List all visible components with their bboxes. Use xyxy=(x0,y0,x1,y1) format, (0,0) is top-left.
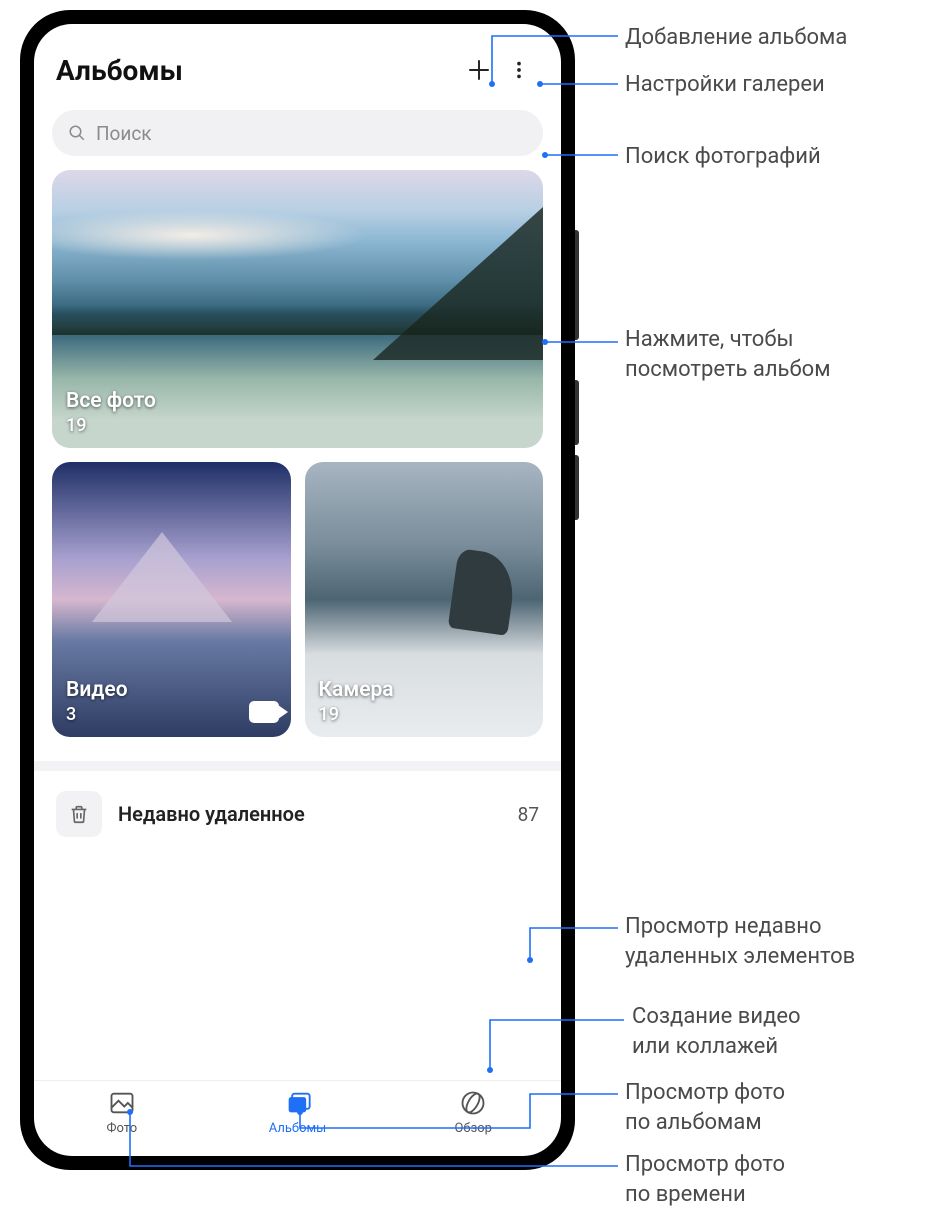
album-name: Камера xyxy=(319,678,394,702)
video-icon xyxy=(249,701,279,723)
bottom-nav: Фото Альбомы Обзор xyxy=(34,1080,561,1156)
callout-create-video: Создание видеоили коллажей xyxy=(632,1002,801,1061)
screen: Альбомы Поиск Все фото 19 xyxy=(34,24,561,1156)
callout-by-time: Просмотр фотопо времени xyxy=(625,1150,785,1209)
photos-icon xyxy=(108,1089,136,1117)
side-button xyxy=(575,380,579,445)
nav-label: Альбомы xyxy=(269,1121,327,1136)
browse-icon xyxy=(459,1089,487,1117)
nav-label: Обзор xyxy=(454,1121,491,1136)
nav-label: Фото xyxy=(106,1121,137,1136)
page-title: Альбомы xyxy=(56,54,459,87)
recently-deleted-row[interactable]: Недавно удаленное 87 xyxy=(52,771,543,857)
side-button xyxy=(575,230,579,340)
header: Альбомы xyxy=(34,24,561,100)
plus-icon xyxy=(466,57,492,83)
nav-browse[interactable]: Обзор xyxy=(385,1089,561,1136)
search-placeholder: Поиск xyxy=(96,122,152,145)
more-menu-button[interactable] xyxy=(499,50,539,90)
album-videos[interactable]: Видео 3 xyxy=(52,462,291,737)
callout-add-album: Добавление альбома xyxy=(625,23,847,53)
recently-deleted-count: 87 xyxy=(518,803,539,826)
nav-photos[interactable]: Фото xyxy=(34,1089,210,1136)
album-name: Видео xyxy=(66,678,128,702)
trash-icon xyxy=(68,803,90,825)
callout-tap-album: Нажмите, чтобыпосмотреть альбом xyxy=(625,325,831,384)
callout-search-photos: Поиск фотографий xyxy=(625,142,821,172)
album-count: 3 xyxy=(66,704,128,725)
callout-gallery-settings: Настройки галереи xyxy=(625,70,825,100)
search-input[interactable]: Поиск xyxy=(52,110,543,156)
side-button xyxy=(575,455,579,520)
thumbnail-decoration xyxy=(92,532,232,622)
album-label: Видео 3 xyxy=(66,678,128,725)
album-camera[interactable]: Камера 19 xyxy=(305,462,544,737)
albums-icon xyxy=(284,1089,312,1117)
album-all-photos[interactable]: Все фото 19 xyxy=(52,170,543,448)
recently-deleted-label: Недавно удаленное xyxy=(118,802,518,826)
callout-recently-deleted: Просмотр недавноудаленных элементов xyxy=(625,912,855,971)
album-count: 19 xyxy=(319,704,394,725)
section-divider xyxy=(34,761,561,771)
content-area: Все фото 19 Видео 3 Камера xyxy=(34,170,561,1080)
album-label: Все фото 19 xyxy=(66,389,156,436)
more-vertical-icon xyxy=(508,59,530,81)
album-count: 19 xyxy=(66,415,156,436)
thumbnail-decoration xyxy=(52,305,543,335)
trash-icon-container xyxy=(56,791,102,837)
search-icon xyxy=(68,124,86,142)
album-name: Все фото xyxy=(66,389,156,413)
phone-frame: Альбомы Поиск Все фото 19 xyxy=(20,10,575,1170)
thumbnail-decoration xyxy=(52,210,368,260)
add-album-button[interactable] xyxy=(459,50,499,90)
album-label: Камера 19 xyxy=(319,678,394,725)
nav-albums[interactable]: Альбомы xyxy=(210,1089,386,1136)
thumbnail-decoration xyxy=(448,548,519,636)
callout-by-albums: Просмотр фотопо альбомам xyxy=(625,1078,785,1137)
